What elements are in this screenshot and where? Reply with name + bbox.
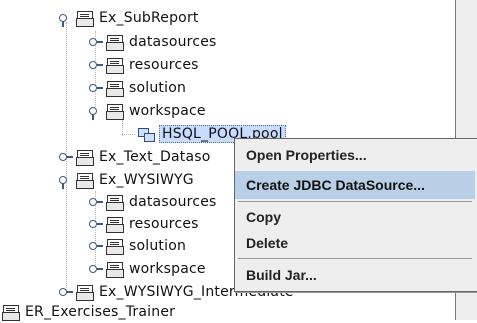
expand-icon[interactable] <box>88 263 103 275</box>
folder-icon <box>106 103 124 120</box>
tree-node-solution[interactable]: solution <box>88 235 186 257</box>
tree-node-label: Ex_Text_Dataso <box>99 149 211 165</box>
menu-separator <box>238 258 472 259</box>
folder-icon <box>106 261 124 278</box>
folder-icon <box>106 216 124 233</box>
folder-icon <box>76 172 94 189</box>
tree-node-workspace[interactable]: workspace <box>88 100 206 122</box>
tree-node-datasources[interactable]: datasources <box>88 31 217 53</box>
folder-icon <box>106 34 124 51</box>
tree-node-resources[interactable]: resources <box>88 54 199 76</box>
tree-node-resources[interactable]: resources <box>88 213 199 235</box>
menu-item-build-jar[interactable]: Build Jar... <box>235 261 475 289</box>
menu-item-delete[interactable]: Delete <box>235 229 475 257</box>
tree-node-label: resources <box>129 57 199 73</box>
tree-node-label: workspace <box>129 261 206 277</box>
expand-icon[interactable] <box>88 36 103 48</box>
tree-node-label: resources <box>129 216 199 232</box>
expand-icon[interactable] <box>88 240 103 252</box>
folder-icon <box>106 80 124 97</box>
folder-icon <box>106 238 124 255</box>
tree-node-ex-subreport[interactable]: Ex_SubReport <box>58 7 199 29</box>
tree-node-solution[interactable]: solution <box>88 77 186 99</box>
collapse-icon[interactable] <box>58 174 72 189</box>
tree-node-datasources[interactable]: datasources <box>88 191 217 213</box>
folder-icon <box>76 10 94 27</box>
expand-icon[interactable] <box>58 286 73 298</box>
expand-icon[interactable] <box>88 82 103 94</box>
tree-node-label: workspace <box>129 103 206 119</box>
tree-node-label: datasources <box>129 34 217 50</box>
menu-separator <box>238 201 472 202</box>
menu-item-create-jdbc-datasource[interactable]: Create JDBC DataSource... <box>235 171 475 199</box>
datasource-icon <box>138 126 155 142</box>
tree-node-ex-wysiwyg[interactable]: Ex_WYSIWYG <box>58 169 194 191</box>
folder-icon <box>106 57 124 74</box>
tree-node-ex-text-datasource[interactable]: Ex_Text_Dataso <box>58 146 211 168</box>
expand-icon[interactable] <box>88 59 103 71</box>
tree-node-workspace[interactable]: workspace <box>88 258 206 280</box>
folder-icon <box>76 149 94 166</box>
menu-item-copy[interactable]: Copy <box>235 203 475 231</box>
expand-icon[interactable] <box>88 196 103 208</box>
tree-node-label: datasources <box>129 194 217 210</box>
expand-icon[interactable] <box>58 151 73 163</box>
tree-guide-line <box>122 134 135 135</box>
tree-node-label: solution <box>129 238 187 254</box>
tree-node-label: Ex_SubReport <box>99 10 199 26</box>
expand-icon[interactable] <box>88 218 103 230</box>
collapse-icon[interactable] <box>88 105 102 120</box>
collapse-icon[interactable] <box>58 12 72 27</box>
folder-icon <box>106 194 124 211</box>
tree-node-label: solution <box>129 80 187 96</box>
context-menu: Open Properties... Create JDBC DataSourc… <box>234 138 477 292</box>
folder-icon <box>76 284 94 301</box>
menu-item-open-properties[interactable]: Open Properties... <box>235 141 475 169</box>
tree-node-label: Ex_WYSIWYG <box>99 172 194 188</box>
tree-node-label: ER_Exercises_Trainer <box>25 304 176 320</box>
folder-icon <box>2 304 20 321</box>
